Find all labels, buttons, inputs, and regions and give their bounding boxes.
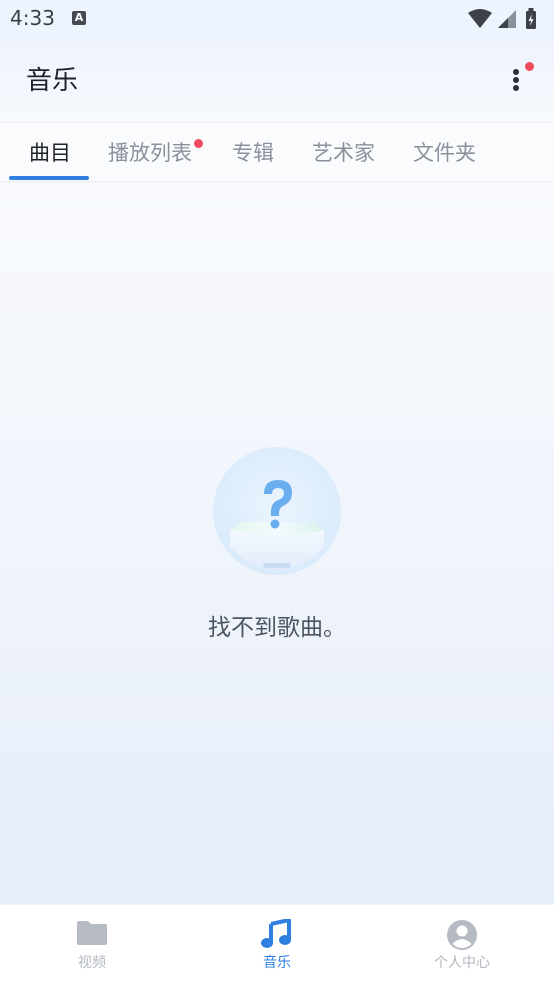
menu-notification-badge [525, 62, 534, 71]
status-time: 4:33 [10, 6, 55, 30]
nav-item-video[interactable]: 视频 [0, 905, 184, 985]
more-vert-icon-dot [513, 77, 519, 83]
music-note-icon [261, 919, 291, 948]
wifi-icon [468, 9, 492, 28]
folder-icon [77, 921, 107, 945]
app-bar: 音乐 [0, 38, 554, 122]
profile-icon [447, 920, 477, 950]
active-tab-indicator [9, 176, 89, 180]
status-icons [468, 8, 536, 29]
tab-artists[interactable]: 艺术家 [312, 137, 375, 167]
tab-albums[interactable]: 专辑 [232, 137, 274, 167]
empty-state-message: 找不到歌曲。 [208, 615, 346, 641]
nav-item-profile[interactable]: 个人中心 [370, 905, 554, 985]
more-vert-icon [513, 69, 519, 75]
nav-label-video: 视频 [78, 955, 106, 971]
empty-box-question-icon [213, 447, 341, 575]
tab-folders[interactable]: 文件夹 [413, 137, 476, 167]
bottom-nav: 视频 音乐 个人中心 [0, 904, 554, 985]
nav-label-profile: 个人中心 [434, 955, 490, 971]
playlists-badge [194, 139, 203, 148]
page-title: 音乐 [26, 66, 79, 96]
tab-bar: 曲目 播放列表 专辑 艺术家 文件夹 [0, 122, 554, 182]
nav-item-music[interactable]: 音乐 [185, 905, 369, 985]
tab-tracks[interactable]: 曲目 [29, 137, 71, 167]
status-bar: 4:33 A [0, 0, 554, 38]
more-vert-icon-dot [513, 85, 519, 91]
nav-label-music: 音乐 [263, 955, 291, 971]
notification-a-label: A [74, 11, 84, 24]
tab-playlists[interactable]: 播放列表 [108, 137, 192, 167]
more-options-button[interactable] [498, 58, 534, 102]
notification-a-icon: A [72, 11, 86, 25]
battery-charging-icon [526, 8, 536, 29]
